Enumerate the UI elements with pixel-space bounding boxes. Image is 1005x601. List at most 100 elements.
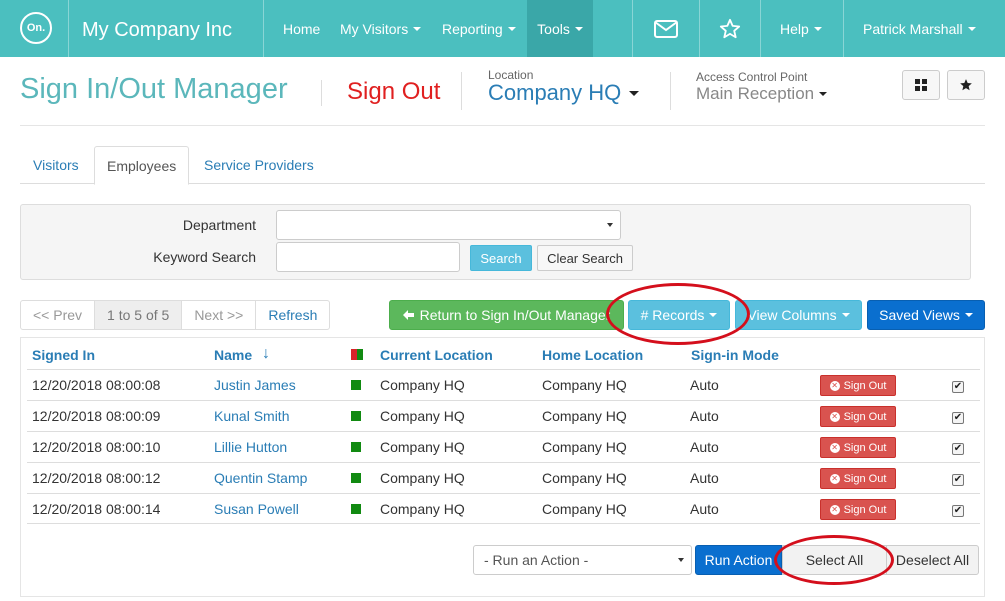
- return-to-manager-button[interactable]: Return to Sign In/Out Manager: [389, 300, 624, 330]
- row-sign-out-button[interactable]: ✕ Sign Out: [820, 468, 896, 489]
- caret-down-icon: [629, 90, 640, 96]
- saved-views-dropdown[interactable]: Saved Views: [867, 300, 985, 330]
- nav-divider: [263, 0, 264, 57]
- cell-name[interactable]: Susan Powell: [214, 501, 299, 517]
- status-indicator: [351, 504, 361, 514]
- keyword-search-input[interactable]: [276, 242, 460, 272]
- pagination: << Prev 1 to 5 of 5 Next >> Refresh: [20, 300, 331, 330]
- cell-signed-in: 12/20/2018 08:00:09: [32, 408, 161, 424]
- row-sign-out-button[interactable]: ✕ Sign Out: [820, 375, 896, 396]
- caret-down-icon: [964, 313, 973, 317]
- status-flag-icon: [351, 349, 363, 360]
- row-checkbox[interactable]: ✔: [952, 381, 964, 393]
- view-columns-label: View Columns: [747, 307, 837, 323]
- cell-home-location: Company HQ: [542, 501, 627, 517]
- row-checkbox[interactable]: ✔: [952, 474, 964, 486]
- mode-sign-out[interactable]: Sign Out: [347, 78, 440, 106]
- col-signed-in[interactable]: Signed In: [32, 347, 95, 363]
- run-action-button[interactable]: Run Action: [695, 545, 782, 575]
- select-all-button[interactable]: Select All: [782, 545, 887, 575]
- next-page-button[interactable]: Next >>: [182, 301, 257, 329]
- cell-home-location: Company HQ: [542, 439, 627, 455]
- cell-name[interactable]: Lillie Hutton: [214, 439, 287, 455]
- nav-divider: [843, 0, 844, 57]
- caret-down-icon: [841, 313, 850, 317]
- row-sign-out-label: Sign Out: [843, 379, 887, 392]
- row-sign-out-button[interactable]: ✕ Sign Out: [820, 499, 896, 520]
- row-sign-out-label: Sign Out: [843, 441, 887, 454]
- nav-my-visitors-label: My Visitors: [340, 20, 409, 37]
- nav-help[interactable]: Help: [780, 0, 822, 57]
- return-label: Return to Sign In/Out Manager: [419, 307, 611, 323]
- favorites-button[interactable]: [700, 0, 760, 57]
- times-circle-icon: ✕: [829, 504, 840, 515]
- row-checkbox[interactable]: ✔: [952, 412, 964, 424]
- arrow-left-icon: [402, 307, 414, 323]
- status-indicator: [351, 380, 361, 390]
- run-action-select[interactable]: - Run an Action -: [473, 545, 692, 575]
- department-label: Department: [182, 217, 256, 233]
- company-logo[interactable]: On.: [20, 12, 52, 44]
- row-sign-out-button[interactable]: ✕ Sign Out: [820, 437, 896, 458]
- messages-button[interactable]: [633, 0, 699, 57]
- nav-help-label: Help: [780, 20, 809, 37]
- cell-mode: Auto: [690, 408, 719, 424]
- cell-home-location: Company HQ: [542, 408, 627, 424]
- search-button[interactable]: Search: [470, 245, 532, 271]
- prev-page-button[interactable]: << Prev: [21, 301, 96, 329]
- tab-service-providers[interactable]: Service Providers: [192, 146, 326, 184]
- department-select[interactable]: [276, 210, 621, 240]
- col-home-location[interactable]: Home Location: [542, 347, 643, 363]
- deselect-all-button[interactable]: Deselect All: [886, 545, 979, 575]
- grid-view-button[interactable]: [902, 70, 940, 100]
- acp-selector[interactable]: Main Reception: [696, 84, 828, 104]
- nav-reporting[interactable]: Reporting: [442, 0, 516, 57]
- header-divider: [670, 72, 671, 110]
- nav-tools[interactable]: Tools: [527, 0, 593, 57]
- acp-value: Main Reception: [696, 84, 815, 103]
- cell-current-location: Company HQ: [380, 470, 465, 486]
- envelope-icon: [654, 19, 678, 38]
- location-value: Company HQ: [488, 80, 622, 105]
- row-checkbox[interactable]: ✔: [952, 505, 964, 517]
- table-row: 12/20/2018 08:00:10 Lillie Hutton Compan…: [27, 431, 980, 462]
- times-circle-icon: ✕: [829, 411, 840, 422]
- favorite-page-button[interactable]: [947, 70, 985, 100]
- caret-down-icon: [709, 313, 718, 317]
- times-circle-icon: ✕: [829, 380, 840, 391]
- tab-employees[interactable]: Employees: [94, 146, 190, 185]
- col-current-location[interactable]: Current Location: [380, 347, 493, 363]
- cell-name[interactable]: Kunal Smith: [214, 408, 289, 424]
- cell-signed-in: 12/20/2018 08:00:14: [32, 501, 161, 517]
- cell-current-location: Company HQ: [380, 408, 465, 424]
- cell-name[interactable]: Quentin Stamp: [214, 470, 307, 486]
- clear-search-button[interactable]: Clear Search: [537, 245, 633, 271]
- nav-my-visitors[interactable]: My Visitors: [340, 0, 422, 57]
- cell-signed-in: 12/20/2018 08:00:08: [32, 377, 161, 393]
- select-arrow-icon: [678, 558, 684, 562]
- nav-home[interactable]: Home: [283, 0, 320, 57]
- row-sign-out-button[interactable]: ✕ Sign Out: [820, 406, 896, 427]
- saved-views-label: Saved Views: [879, 307, 960, 323]
- acp-label: Access Control Point: [696, 70, 808, 84]
- col-name[interactable]: Name: [214, 347, 252, 363]
- row-checkbox[interactable]: ✔: [952, 443, 964, 455]
- tab-visitors[interactable]: Visitors: [21, 146, 91, 184]
- top-navbar: On. My Company Inc Home My Visitors Repo…: [0, 0, 1005, 57]
- brand-name[interactable]: My Company Inc: [82, 19, 232, 42]
- col-sign-in-mode[interactable]: Sign-in Mode: [691, 347, 779, 363]
- table-row: 12/20/2018 08:00:14 Susan Powell Company…: [27, 493, 980, 524]
- status-indicator: [351, 473, 361, 483]
- table-row: 12/20/2018 08:00:12 Quentin Stamp Compan…: [27, 462, 980, 493]
- refresh-button[interactable]: Refresh: [256, 301, 329, 329]
- view-columns-dropdown[interactable]: View Columns: [735, 300, 862, 330]
- cell-name[interactable]: Justin James: [214, 377, 296, 393]
- nav-divider: [760, 0, 761, 57]
- caret-down-icon: [413, 26, 422, 31]
- records-dropdown[interactable]: # Records: [628, 300, 730, 330]
- select-arrow-icon: [607, 223, 613, 227]
- status-indicator: [351, 442, 361, 452]
- records-label: # Records: [640, 307, 705, 323]
- location-selector[interactable]: Company HQ: [488, 80, 640, 106]
- user-menu[interactable]: Patrick Marshall: [863, 0, 976, 57]
